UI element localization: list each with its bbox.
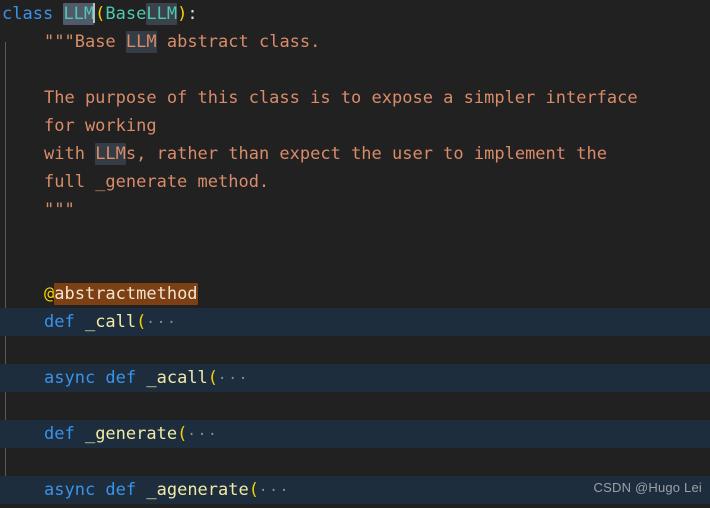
code-line-docstring-body-1[interactable]: The purpose of this class is to expose a… — [0, 84, 710, 112]
code-line-blank-3[interactable] — [0, 252, 710, 280]
code-line-blank-6[interactable] — [0, 448, 710, 476]
fold-marker-acall[interactable]: ··· — [218, 371, 249, 387]
function-name-acall[interactable]: _acall — [136, 368, 207, 388]
decorator-at-symbol: @ — [44, 284, 55, 304]
code-line-def-acall[interactable]: async def _acall(··· — [0, 364, 710, 392]
code-line-class-declaration[interactable]: class LLM(BaseLLM): — [0, 0, 710, 28]
docstring-line-6-after: s, rather than expect the user to implem… — [125, 144, 607, 164]
docstring-line-6-before: with — [44, 144, 96, 164]
class-name-llm[interactable]: LLM — [63, 3, 95, 25]
code-editor[interactable]: class LLM(BaseLLM): """Base LLM abstract… — [0, 0, 710, 508]
close-paren-1: ) — [177, 4, 188, 24]
docstring-llms-occurrence[interactable]: LLM — [95, 143, 126, 165]
code-line-docstring-open[interactable]: """Base LLM abstract class. — [0, 28, 710, 56]
docstring-line-4: The purpose of this class is to expose a… — [44, 88, 638, 108]
code-line-blank-4[interactable] — [0, 336, 710, 364]
code-line-docstring-close[interactable]: """ — [0, 196, 710, 224]
keyword-def-call: def — [44, 312, 75, 332]
watermark-text: CSDN @Hugo Lei — [593, 480, 702, 495]
code-line-decorator-abstractmethod[interactable]: @abstractmethod — [0, 280, 710, 308]
open-paren-call: ( — [136, 312, 147, 332]
base-class-llm-occurrence[interactable]: LLM — [146, 3, 178, 25]
fold-marker-call[interactable]: ··· — [146, 315, 177, 331]
docstring-llm-occurrence[interactable]: LLM — [125, 31, 157, 53]
keyword-def-acall: def — [95, 368, 137, 388]
code-line-blank-5[interactable] — [0, 392, 710, 420]
fold-marker-generate[interactable]: ··· — [187, 427, 218, 443]
docstring-line-5: for working — [44, 116, 157, 136]
keyword-async-agenerate: async — [44, 480, 96, 500]
open-paren-generate: ( — [177, 424, 188, 444]
code-line-docstring-body-4[interactable]: full _generate method. — [0, 168, 710, 196]
fold-marker-agenerate[interactable]: ··· — [259, 483, 290, 499]
docstring-quote-open: """ — [44, 32, 75, 52]
code-line-blank-2[interactable] — [0, 224, 710, 252]
function-name-generate[interactable]: _generate — [75, 424, 177, 444]
keyword-def-generate: def — [44, 424, 75, 444]
code-line-docstring-body-3[interactable]: with LLMs, rather than expect the user t… — [0, 140, 710, 168]
keyword-class: class — [2, 4, 54, 24]
docstring-quote-close: """ — [44, 200, 75, 220]
base-class-prefix: Base — [105, 4, 147, 24]
code-line-def-call[interactable]: def _call(··· — [0, 308, 710, 336]
function-name-call[interactable]: _call — [75, 312, 136, 332]
space-1 — [53, 4, 63, 24]
docstring-text-before: Base — [74, 32, 126, 52]
code-line-blank-1[interactable] — [0, 56, 710, 84]
docstring-line-7: full _generate method. — [44, 172, 270, 192]
keyword-def-agenerate: def — [95, 480, 137, 500]
keyword-async-acall: async — [44, 368, 96, 388]
docstring-text-after: abstract class. — [156, 32, 321, 52]
open-paren-agenerate: ( — [248, 480, 259, 500]
code-line-docstring-body-2[interactable]: for working — [0, 112, 710, 140]
decorator-name-abstractmethod[interactable]: abstractmethod — [54, 283, 198, 305]
colon-1: : — [187, 4, 198, 24]
open-paren-acall: ( — [207, 368, 219, 388]
open-paren-1: ( — [95, 4, 106, 24]
function-name-agenerate[interactable]: _agenerate — [136, 480, 248, 500]
code-line-def-generate[interactable]: def _generate(··· — [0, 420, 710, 448]
